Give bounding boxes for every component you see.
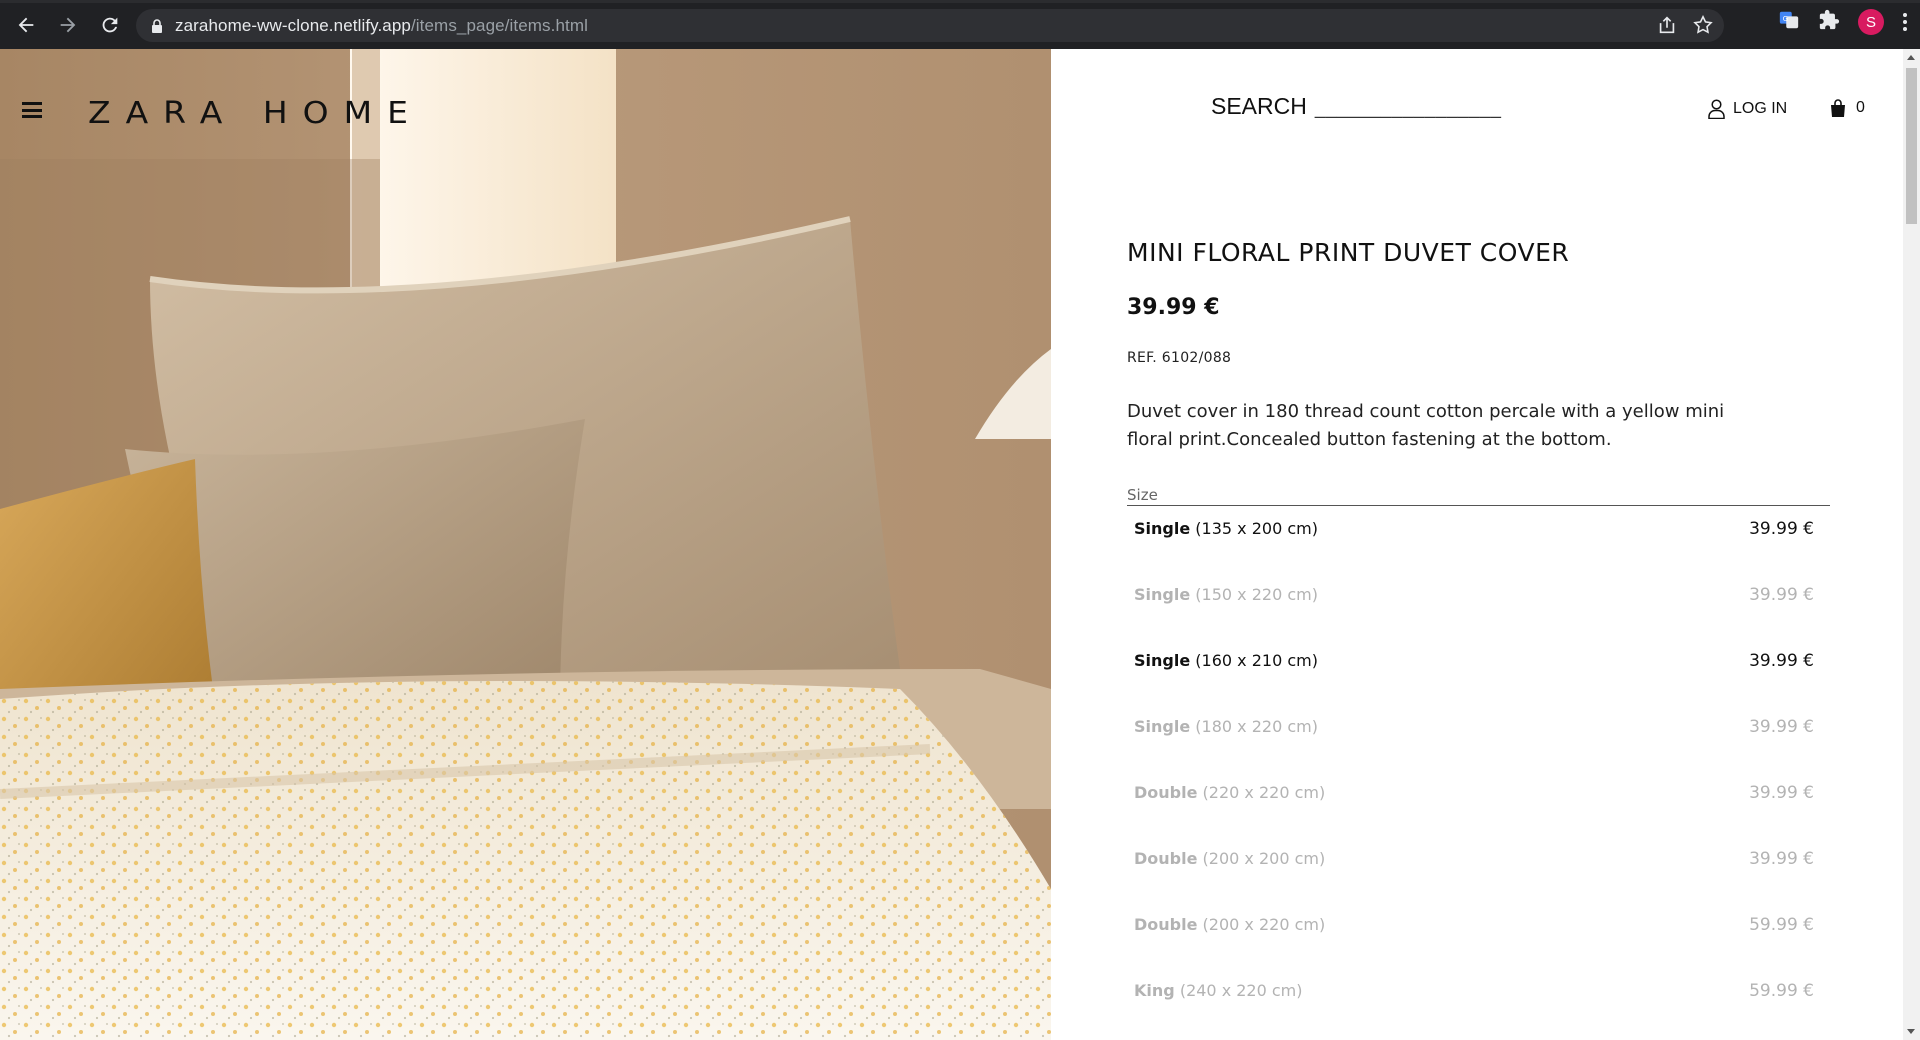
size-option-label: Single (180 x 220 cm) (1134, 717, 1318, 736)
size-option[interactable]: Single (160 x 210 cm) 39.99 € (1127, 639, 1830, 705)
size-dimensions: (180 x 220 cm) (1195, 717, 1318, 736)
forward-button[interactable] (48, 5, 88, 45)
size-price: 59.99 € (1749, 981, 1814, 1001)
size-dimensions: (160 x 210 cm) (1195, 651, 1318, 670)
login-label: LOG IN (1733, 100, 1788, 117)
size-dimensions: (240 x 220 cm) (1179, 981, 1303, 1000)
size-option-label: Single (150 x 220 cm) (1134, 585, 1318, 604)
size-dimensions: (200 x 200 cm) (1202, 849, 1326, 868)
scroll-down-arrow-icon[interactable] (1907, 1029, 1915, 1034)
size-dimensions: (220 x 220 cm) (1202, 783, 1326, 802)
size-option-label: Double (200 x 220 cm) (1134, 915, 1325, 934)
size-option[interactable]: Single (150 x 220 cm) 39.99 € (1127, 573, 1830, 639)
url-text: zarahome-ww-clone.netlify.app/items_page… (175, 16, 588, 36)
size-price: 39.99 € (1749, 783, 1814, 803)
size-price: 39.99 € (1749, 717, 1814, 737)
size-option-label: Double (200 x 200 cm) (1134, 849, 1325, 868)
size-name: King (1134, 981, 1175, 1000)
size-price: 39.99 € (1749, 849, 1814, 869)
translate-extension-icon: G (1779, 11, 1799, 29)
browser-toolbar: zarahome-ww-clone.netlify.app/items_page… (0, 0, 1920, 49)
page-scrollbar[interactable] (1903, 49, 1920, 1040)
share-icon[interactable] (1656, 14, 1678, 36)
size-dimensions: (135 x 200 cm) (1195, 519, 1318, 538)
extensions-button[interactable] (1818, 9, 1840, 35)
kebab-menu-icon[interactable] (1902, 13, 1908, 31)
back-icon (18, 17, 34, 32)
size-option[interactable]: Double (220 x 220 cm) 39.99 € (1127, 771, 1830, 837)
search-underline: _________________ (1314, 98, 1502, 119)
size-option-label: Single (160 x 210 cm) (1134, 651, 1318, 670)
puzzle-extension-icon (1819, 9, 1840, 30)
size-option[interactable]: Single (135 x 200 cm) 39.99 € (1127, 507, 1830, 573)
lock-icon (152, 18, 162, 33)
size-price: 59.99 € (1749, 915, 1814, 935)
url-path: /items_page/items.html (410, 15, 588, 35)
size-option-label: King (240 x 220 cm) (1134, 981, 1303, 1000)
zara-home-logo[interactable]: ZARA HOME (88, 95, 423, 131)
product-description: Duvet cover in 180 thread count cotton p… (1127, 401, 1725, 450)
search-field[interactable]: SEARCH _________________ (1211, 93, 1501, 120)
site-header: ZARA HOME SEARCH _________________ LOG I… (0, 49, 1903, 169)
user-icon (1708, 99, 1725, 119)
size-name: Double (1134, 849, 1198, 868)
shopping-bag-icon (1831, 99, 1845, 117)
scroll-up-arrow-icon[interactable] (1907, 55, 1915, 60)
address-bar[interactable]: zarahome-ww-clone.netlify.app/items_page… (136, 9, 1724, 42)
size-option[interactable]: King (240 x 220 cm) 59.99 € (1127, 969, 1830, 1035)
cart-button[interactable]: 0 (1830, 99, 1865, 117)
forward-icon (60, 17, 76, 32)
product-page: ZARA HOME SEARCH _________________ LOG I… (0, 49, 1903, 1040)
translate-extension-button[interactable]: G (1778, 9, 1800, 35)
product-reference: REF. 6102/088 (1127, 350, 1232, 366)
size-price: 39.99 € (1749, 585, 1814, 605)
tab-strip-edge (0, 0, 1920, 3)
size-price: 39.99 € (1749, 651, 1814, 671)
size-list: Single (135 x 200 cm) 39.99 € Single (150 … (1127, 507, 1830, 1035)
bookmark-star-icon[interactable] (1692, 14, 1714, 36)
size-name: Single (1134, 519, 1191, 538)
size-price: 39.99 € (1749, 519, 1814, 539)
size-dimensions: (200 x 220 cm) (1202, 915, 1326, 934)
size-name: Double (1134, 783, 1198, 802)
product-price: 39.99 € (1127, 295, 1220, 320)
size-name: Single (1134, 585, 1191, 604)
size-option[interactable]: Double (200 x 200 cm) 39.99 € (1127, 837, 1830, 903)
bed-photo-illustration (0, 49, 1051, 1040)
back-button[interactable] (6, 5, 46, 45)
size-heading: Size (1127, 486, 1830, 506)
search-label: SEARCH (1211, 93, 1307, 119)
reload-icon (102, 17, 118, 32)
cart-count: 0 (1856, 99, 1865, 116)
size-option[interactable]: Single (180 x 220 cm) 39.99 € (1127, 705, 1830, 771)
size-option[interactable]: Double (200 x 220 cm) 59.99 € (1127, 903, 1830, 969)
login-button[interactable]: LOG IN (1708, 99, 1787, 119)
hamburger-menu-icon[interactable] (22, 102, 42, 118)
size-name: Double (1134, 915, 1198, 934)
reload-button[interactable] (90, 5, 130, 45)
url-host: zarahome-ww-clone.netlify.app (175, 15, 411, 35)
profile-avatar[interactable]: S (1858, 9, 1884, 35)
size-option-label: Double (220 x 220 cm) (1134, 783, 1325, 802)
size-option-label: Single (135 x 200 cm) (1134, 519, 1318, 538)
size-name: Single (1134, 717, 1191, 736)
svg-text:G: G (1783, 14, 1789, 23)
product-hero-image (0, 49, 1051, 1040)
size-dimensions: (150 x 220 cm) (1195, 585, 1318, 604)
product-title: MINI FLORAL PRINT DUVET COVER (1127, 238, 1570, 267)
size-name: Single (1134, 651, 1191, 670)
scrollbar-thumb[interactable] (1906, 68, 1917, 224)
